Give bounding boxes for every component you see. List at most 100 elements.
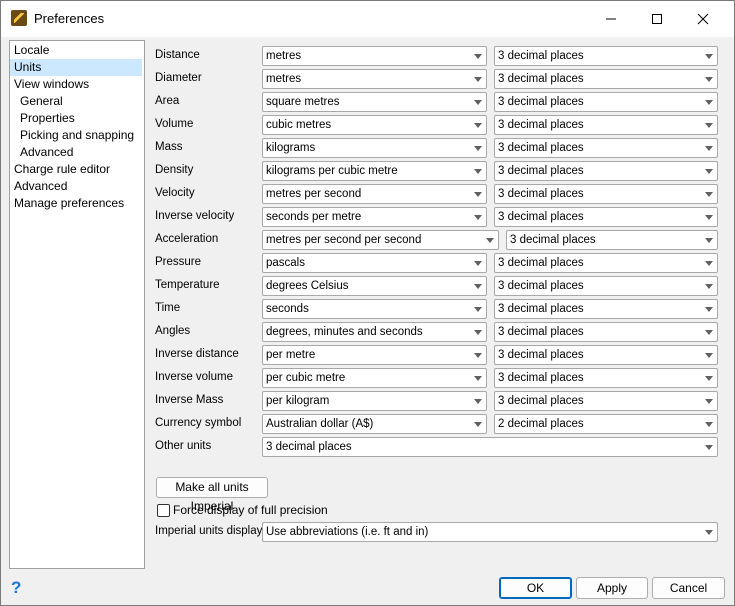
- window-title: Preferences: [34, 11, 105, 26]
- apply-button[interactable]: Apply: [576, 577, 648, 599]
- precision-dropdown[interactable]: 3 decimal places: [494, 161, 718, 181]
- chevron-down-icon: [705, 422, 713, 427]
- precision-dropdown-value: 3 decimal places: [498, 119, 584, 131]
- unit-dropdown-value: degrees, minutes and seconds: [266, 326, 423, 338]
- precision-dropdown[interactable]: 3 decimal places: [494, 368, 718, 388]
- sidebar-item[interactable]: Manage preferences: [10, 195, 142, 212]
- chevron-down-icon: [705, 100, 713, 105]
- precision-dropdown-value: 3 decimal places: [498, 165, 584, 177]
- close-button[interactable]: [680, 1, 726, 37]
- close-icon: [697, 13, 709, 25]
- precision-dropdown[interactable]: 3 decimal places: [494, 138, 718, 158]
- unit-dropdown[interactable]: metres per second: [262, 184, 487, 204]
- precision-dropdown-value: 3 decimal places: [498, 50, 584, 62]
- unit-label: Inverse volume: [155, 371, 233, 383]
- precision-dropdown[interactable]: 3 decimal places: [494, 276, 718, 296]
- sidebar-item[interactable]: Advanced: [10, 178, 142, 195]
- unit-label: Mass: [155, 141, 183, 153]
- unit-dropdown-value: square metres: [266, 96, 340, 108]
- chevron-down-icon: [705, 307, 713, 312]
- precision-dropdown[interactable]: 3 decimal places: [494, 92, 718, 112]
- chevron-down-icon: [705, 445, 713, 450]
- unit-label: Density: [155, 164, 194, 176]
- unit-dropdown-value: kilograms: [266, 142, 316, 154]
- precision-dropdown-value: 3 decimal places: [498, 303, 584, 315]
- minimize-button[interactable]: [588, 1, 634, 37]
- maximize-button[interactable]: [634, 1, 680, 37]
- precision-dropdown-value: 3 decimal places: [498, 326, 584, 338]
- sidebar-item[interactable]: Advanced: [10, 144, 142, 161]
- unit-label: Velocity: [155, 187, 195, 199]
- precision-dropdown[interactable]: 3 decimal places: [506, 230, 718, 250]
- force-precision-checkbox[interactable]: [157, 504, 170, 517]
- sidebar-item[interactable]: Charge rule editor: [10, 161, 142, 178]
- unit-dropdown[interactable]: metres: [262, 69, 487, 89]
- precision-dropdown[interactable]: 3 decimal places: [494, 69, 718, 89]
- chevron-down-icon: [474, 192, 482, 197]
- precision-dropdown-value: 3 decimal places: [498, 395, 584, 407]
- unit-label: Inverse velocity: [155, 210, 235, 222]
- chevron-down-icon: [705, 123, 713, 128]
- precision-dropdown-value: 3 decimal places: [498, 349, 584, 361]
- unit-dropdown[interactable]: degrees Celsius: [262, 276, 487, 296]
- unit-dropdown[interactable]: degrees, minutes and seconds: [262, 322, 487, 342]
- sidebar-item[interactable]: Picking and snapping: [10, 127, 142, 144]
- unit-dropdown[interactable]: kilograms per cubic metre: [262, 161, 487, 181]
- unit-dropdown[interactable]: kilograms: [262, 138, 487, 158]
- unit-label: Time: [155, 302, 181, 314]
- other-units-dropdown[interactable]: 3 decimal places: [262, 437, 718, 457]
- other-units-label: Other units: [155, 440, 212, 452]
- chevron-down-icon: [486, 238, 494, 243]
- sidebar-item[interactable]: Units: [10, 59, 142, 76]
- unit-dropdown[interactable]: per metre: [262, 345, 487, 365]
- unit-dropdown[interactable]: per cubic metre: [262, 368, 487, 388]
- sidebar-item[interactable]: Locale: [10, 42, 142, 59]
- unit-dropdown-value: seconds: [266, 303, 309, 315]
- unit-dropdown-value: metres per second per second: [266, 234, 422, 246]
- chevron-down-icon: [474, 307, 482, 312]
- precision-dropdown[interactable]: 3 decimal places: [494, 184, 718, 204]
- unit-dropdown-value: metres: [266, 73, 302, 85]
- unit-dropdown[interactable]: seconds: [262, 299, 487, 319]
- chevron-down-icon: [474, 284, 482, 289]
- precision-dropdown[interactable]: 3 decimal places: [494, 299, 718, 319]
- sidebar-item[interactable]: Properties: [10, 110, 142, 127]
- sidebar-item[interactable]: General: [10, 93, 142, 110]
- unit-dropdown-value: cubic metres: [266, 119, 332, 131]
- chevron-down-icon: [705, 530, 713, 535]
- unit-label: Inverse Mass: [155, 394, 224, 406]
- precision-dropdown-value: 3 decimal places: [498, 96, 584, 108]
- unit-label: Temperature: [155, 279, 220, 291]
- unit-dropdown[interactable]: Australian dollar (A$): [262, 414, 487, 434]
- unit-dropdown-value: kilograms per cubic metre: [266, 165, 398, 177]
- unit-dropdown[interactable]: pascals: [262, 253, 487, 273]
- make-all-imperial-button[interactable]: Make all units Imperial: [156, 477, 268, 513]
- unit-label: Distance: [155, 49, 200, 61]
- unit-dropdown[interactable]: metres per second per second: [262, 230, 499, 250]
- unit-dropdown[interactable]: square metres: [262, 92, 487, 112]
- preferences-category-list[interactable]: Locale Units View windows General Properties…: [9, 40, 145, 569]
- precision-dropdown[interactable]: 3 decimal places: [494, 322, 718, 342]
- ok-button[interactable]: OK: [499, 577, 572, 599]
- precision-dropdown[interactable]: 3 decimal places: [494, 345, 718, 365]
- cancel-button[interactable]: Cancel: [652, 577, 725, 599]
- unit-dropdown[interactable]: metres: [262, 46, 487, 66]
- precision-dropdown[interactable]: 3 decimal places: [494, 46, 718, 66]
- unit-dropdown[interactable]: cubic metres: [262, 115, 487, 135]
- force-precision-label: Force display of full precision: [173, 503, 328, 517]
- unit-dropdown[interactable]: per kilogram: [262, 391, 487, 411]
- precision-dropdown[interactable]: 3 decimal places: [494, 115, 718, 135]
- precision-dropdown-value: 3 decimal places: [498, 142, 584, 154]
- sidebar-item[interactable]: View windows: [10, 76, 142, 93]
- precision-dropdown[interactable]: 3 decimal places: [494, 253, 718, 273]
- precision-dropdown[interactable]: 3 decimal places: [494, 207, 718, 227]
- unit-label: Diameter: [155, 72, 202, 84]
- chevron-down-icon: [705, 169, 713, 174]
- chevron-down-icon: [474, 399, 482, 404]
- unit-dropdown[interactable]: seconds per metre: [262, 207, 487, 227]
- precision-dropdown[interactable]: 3 decimal places: [494, 391, 718, 411]
- chevron-down-icon: [474, 146, 482, 151]
- imperial-display-dropdown[interactable]: Use abbreviations (i.e. ft and in): [262, 522, 718, 542]
- help-icon[interactable]: ?: [11, 579, 25, 597]
- precision-dropdown[interactable]: 2 decimal places: [494, 414, 718, 434]
